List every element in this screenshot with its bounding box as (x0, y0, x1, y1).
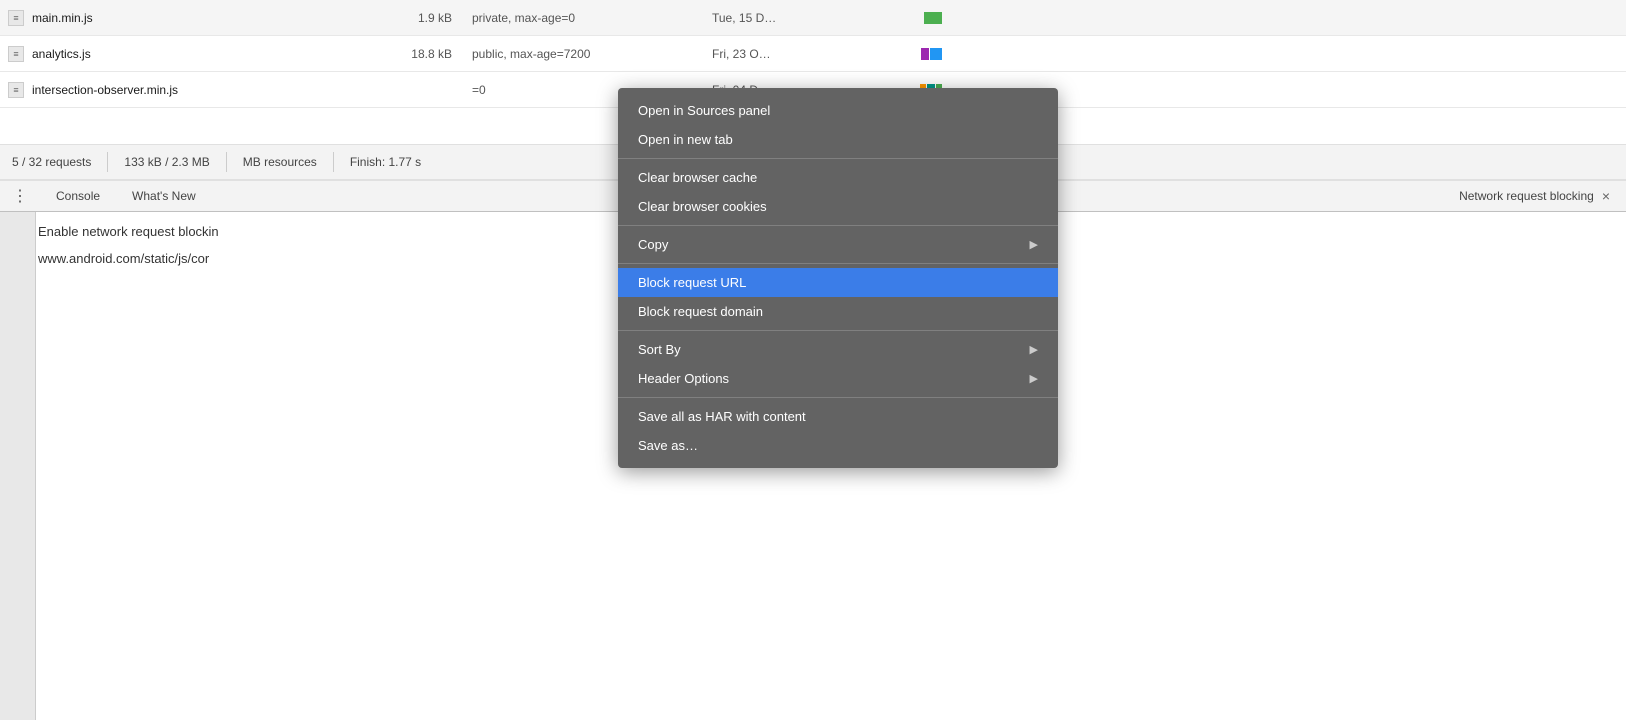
menu-item-clear-cookies[interactable]: Clear browser cookies (618, 192, 1058, 221)
waterfall-col (862, 48, 942, 60)
tab-whats-new[interactable]: What's New (124, 185, 204, 207)
file-name: analytics.js (32, 47, 372, 61)
resources-size: MB resources (243, 155, 317, 169)
waterfall-bar (921, 48, 942, 60)
three-dots-button[interactable]: ⋮ (8, 186, 32, 206)
transfer-size: 133 kB / 2.3 MB (124, 155, 209, 169)
file-name: intersection-observer.min.js (32, 83, 372, 97)
table-row[interactable]: ≡ main.min.js 1.9 kB private, max-age=0 … (0, 0, 1626, 36)
menu-item-save-as-label: Save as… (638, 438, 1038, 453)
date-col: Tue, 15 D… (712, 11, 842, 25)
file-icon: ≡ (8, 10, 24, 26)
menu-item-header-options[interactable]: Header Options ▶ (618, 364, 1058, 393)
waterfall-col (862, 12, 942, 24)
cache-control: public, max-age=7200 (472, 47, 692, 61)
menu-section-save: Save all as HAR with content Save as… (618, 398, 1058, 464)
enable-blocking-label: Enable network request blockin (38, 224, 219, 239)
arrow-icon: ▶ (1030, 372, 1038, 385)
context-menu: Open in Sources panel Open in new tab Cl… (618, 88, 1058, 468)
menu-item-clear-cookies-label: Clear browser cookies (638, 199, 1038, 214)
file-size: 1.9 kB (372, 11, 452, 25)
menu-item-open-new-tab-label: Open in new tab (638, 132, 1038, 147)
finish-time: Finish: 1.77 s (350, 155, 421, 169)
waterfall-bar (924, 12, 942, 24)
left-panel-hint (0, 212, 36, 720)
menu-section-open: Open in Sources panel Open in new tab (618, 92, 1058, 159)
network-request-blocking-tab: Network request blocking × (1459, 188, 1618, 204)
arrow-icon: ▶ (1030, 238, 1038, 251)
bar-segment (930, 48, 942, 60)
menu-item-save-as[interactable]: Save as… (618, 431, 1058, 460)
tab-console[interactable]: Console (48, 185, 108, 207)
menu-item-open-new-tab[interactable]: Open in new tab (618, 125, 1058, 154)
bar-segment (924, 12, 942, 24)
menu-item-open-sources-label: Open in Sources panel (638, 103, 1038, 118)
menu-item-save-har-label: Save all as HAR with content (638, 409, 1038, 424)
menu-section-sort: Sort By ▶ Header Options ▶ (618, 331, 1058, 398)
requests-count: 5 / 32 requests (12, 155, 91, 169)
menu-item-save-har[interactable]: Save all as HAR with content (618, 402, 1058, 431)
bar-segment (921, 48, 929, 60)
menu-item-block-domain[interactable]: Block request domain (618, 297, 1058, 326)
menu-item-copy-label: Copy (638, 237, 1030, 252)
file-size: 18.8 kB (372, 47, 452, 61)
menu-item-open-sources[interactable]: Open in Sources panel (618, 96, 1058, 125)
table-row[interactable]: ≡ analytics.js 18.8 kB public, max-age=7… (0, 36, 1626, 72)
menu-item-sort-by-label: Sort By (638, 342, 1030, 357)
menu-item-clear-cache[interactable]: Clear browser cache (618, 163, 1058, 192)
separator (226, 152, 227, 172)
separator (107, 152, 108, 172)
menu-section-block: Block request URL Block request domain (618, 264, 1058, 331)
url-text: www.android.com/static/js/cor (38, 251, 209, 266)
menu-item-block-url-label: Block request URL (638, 275, 1038, 290)
arrow-icon: ▶ (1030, 343, 1038, 356)
menu-item-clear-cache-label: Clear browser cache (638, 170, 1038, 185)
separator (333, 152, 334, 172)
menu-item-block-domain-label: Block request domain (638, 304, 1038, 319)
main-panel: ≡ main.min.js 1.9 kB private, max-age=0 … (0, 0, 1626, 720)
menu-section-clear: Clear browser cache Clear browser cookie… (618, 159, 1058, 226)
date-col: Fri, 23 O… (712, 47, 842, 61)
menu-item-header-options-label: Header Options (638, 371, 1030, 386)
menu-item-block-url[interactable]: Block request URL (618, 268, 1058, 297)
cache-control: private, max-age=0 (472, 11, 692, 25)
file-name: main.min.js (32, 11, 372, 25)
menu-section-copy: Copy ▶ (618, 226, 1058, 264)
close-button[interactable]: × (1602, 188, 1610, 204)
file-icon: ≡ (8, 46, 24, 62)
menu-item-sort-by[interactable]: Sort By ▶ (618, 335, 1058, 364)
network-request-blocking-label: Network request blocking (1459, 189, 1594, 203)
menu-item-copy[interactable]: Copy ▶ (618, 230, 1058, 259)
file-icon: ≡ (8, 82, 24, 98)
